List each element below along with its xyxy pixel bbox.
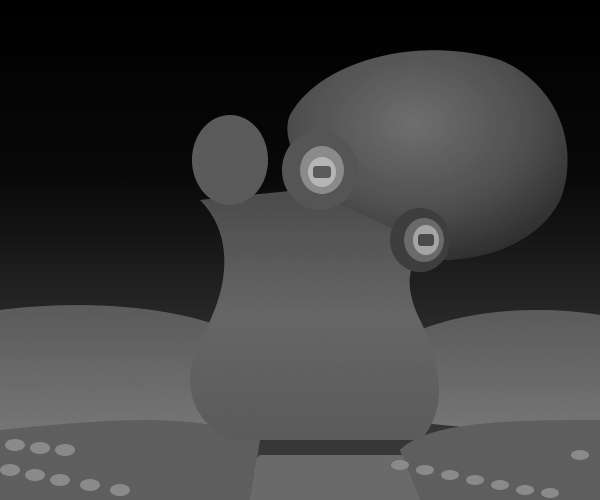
octopus-render-viewport [0,0,600,500]
eye-center [300,146,344,194]
eye-right [404,218,444,262]
eye-bulge-left [192,115,268,205]
octopus-render [0,0,600,500]
